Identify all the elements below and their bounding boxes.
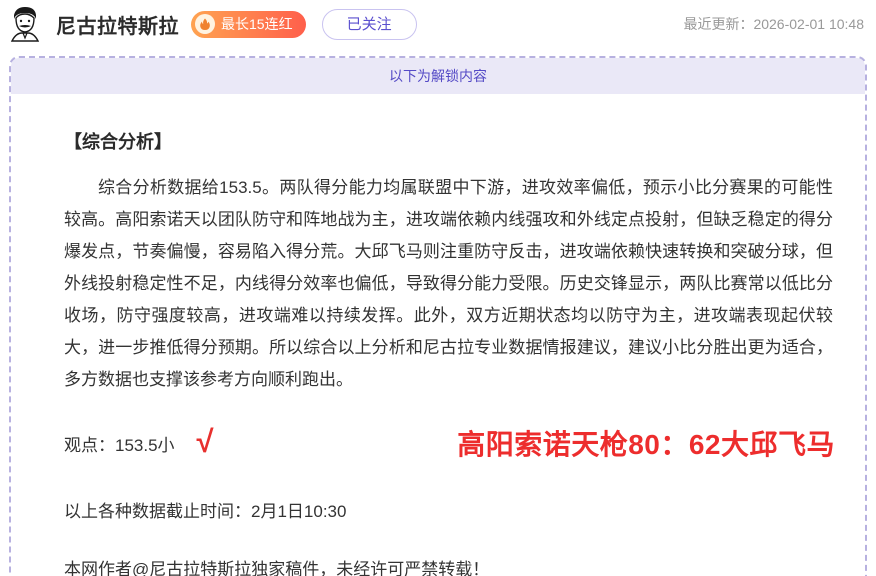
author-name: 尼古拉特斯拉 <box>56 10 179 39</box>
data-deadline-line: 以上各种数据截止时间：2月1日10:30 <box>64 497 835 522</box>
unlocked-content-box: 以下为解锁内容 【综合分析】 综合分析数据给153.5。两队得分能力均属联盟中下… <box>9 56 867 576</box>
streak-badge: 最长15连红 <box>191 11 306 38</box>
last-update-time: 最近更新：2026-02-01 10:48 <box>683 14 864 34</box>
author-avatar[interactable] <box>6 5 44 43</box>
viewpoint-row: 观点：153.5小 √ 高阳索诺天枪80：62大邱飞马 <box>64 422 835 464</box>
copyright-line: 本网作者@尼古拉特斯拉独家稿件，未经许可严禁转载！ <box>64 555 835 576</box>
analysis-heading: 【综合分析】 <box>64 128 835 154</box>
portrait-icon <box>6 5 44 43</box>
analysis-paragraph: 综合分析数据给153.5。两队得分能力均属联盟中下游，进攻效率偏低，预示小比分赛… <box>64 172 835 396</box>
streak-badge-label: 最长15连红 <box>221 14 293 34</box>
final-score-text: 高阳索诺天枪80：62大邱飞马 <box>457 423 835 463</box>
analysis-content: 【综合分析】 综合分析数据给153.5。两队得分能力均属联盟中下游，进攻效率偏低… <box>11 94 865 576</box>
followed-button[interactable]: 已关注 <box>322 9 417 40</box>
unlock-banner: 以下为解锁内容 <box>11 58 865 94</box>
author-header: 尼古拉特斯拉 最长15连红 已关注 最近更新：2026-02-01 10:48 <box>0 0 876 48</box>
flame-icon <box>195 14 215 34</box>
red-checkmark-icon: √ <box>197 426 214 457</box>
viewpoint-text: 观点：153.5小 <box>64 431 175 456</box>
